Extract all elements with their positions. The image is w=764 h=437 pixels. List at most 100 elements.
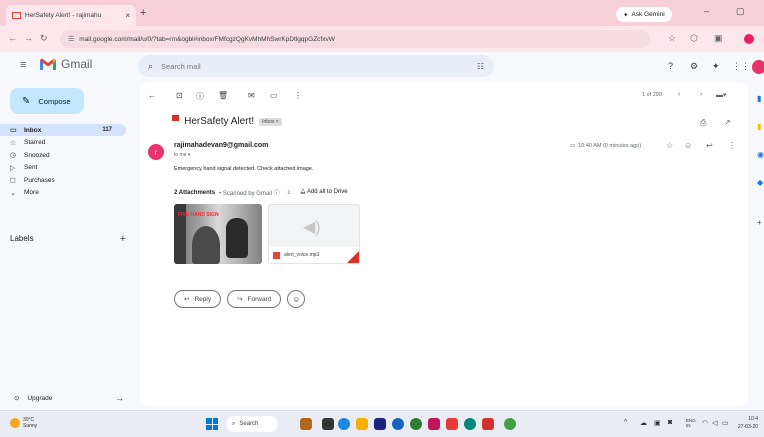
ask-gemini-button[interactable]: ✦ Ask Gemini	[616, 7, 672, 22]
print-icon[interactable]: ⎙	[700, 118, 706, 128]
weather-widget[interactable]: 30°C Sunny	[10, 417, 37, 429]
tray-app-icon[interactable]: ◙	[668, 419, 672, 426]
sidebar-item-snoozed[interactable]: ◷ Snoozed	[0, 149, 136, 161]
calendar-icon[interactable]: ▮	[757, 94, 761, 103]
upgrade-button[interactable]: ⊙ Upgrade →	[14, 393, 124, 403]
download-all-icon[interactable]: ⤓	[288, 189, 291, 196]
tray-chevron-icon[interactable]: ^	[624, 419, 627, 426]
browser-profile-avatar[interactable]	[744, 34, 754, 44]
keep-icon[interactable]: ▮	[757, 122, 761, 131]
forward-button[interactable]: ↪ Forward	[227, 290, 282, 308]
reload-icon[interactable]: ↻	[40, 33, 48, 44]
search-icon: ⌕	[232, 420, 236, 427]
inbox-label-chip[interactable]: Inbox ×	[259, 117, 282, 126]
input-tools-icon[interactable]: ▬▾	[716, 91, 727, 99]
browser-tab-bar: HerSafety Alert! - rajimahu × + ✦ Ask Ge…	[0, 0, 764, 26]
taskbar-app-icon[interactable]	[482, 418, 494, 430]
help-icon[interactable]: ?	[668, 61, 673, 71]
move-to-icon[interactable]: ▭	[270, 91, 278, 100]
hand-image	[226, 218, 248, 258]
add-addon-icon[interactable]: +	[757, 218, 762, 227]
windows-start-icon[interactable]	[206, 418, 218, 430]
sidebar-item-purchases[interactable]: ◻ Purchases	[0, 174, 136, 186]
settings-gear-icon[interactable]: ⚙	[690, 61, 698, 72]
browser-tab[interactable]: HerSafety Alert! - rajimahu ×	[6, 5, 136, 26]
sidebar-item-sent[interactable]: ▷ Sent	[0, 162, 136, 174]
windows-taskbar: 30°C Sunny ⌕ Search ^ ☁ ▣ ◙ ENG IN ◠ ◁ ▭…	[0, 410, 764, 437]
chrome-icon[interactable]	[504, 418, 516, 430]
image-attachment[interactable]: FIVE HAND SIGN	[174, 204, 262, 264]
volume-icon[interactable]: ◁	[712, 419, 717, 427]
audio-attachment[interactable]: ◀) alert_voice.mp3	[268, 204, 360, 264]
taskbar-app-icon[interactable]	[410, 418, 422, 430]
more-options-icon[interactable]: ⋮	[294, 91, 302, 100]
taskbar-search-label: Search	[239, 421, 259, 427]
gemini-icon[interactable]: ✦	[712, 61, 720, 72]
emoji-react-icon[interactable]: ☺	[684, 141, 692, 150]
archive-icon[interactable]: ⊡	[176, 91, 183, 100]
sent-icon: ▷	[10, 164, 16, 172]
file-explorer-icon[interactable]	[356, 418, 368, 430]
main-menu-icon[interactable]: ≡	[20, 59, 26, 71]
reply-button[interactable]: ↩ Reply	[174, 290, 222, 308]
sidebar-item-more[interactable]: ⌄ More	[0, 187, 136, 199]
sender-email[interactable]: rajimahadevan9@gmail.com	[174, 142, 268, 149]
search-options-icon[interactable]: ☷	[477, 62, 484, 71]
tray-app-icon[interactable]: ▣	[654, 419, 661, 427]
sidebar-item-starred[interactable]: ☆ Starred	[0, 137, 136, 149]
bookmark-star-icon[interactable]: ☆	[668, 33, 676, 44]
gmail-logo[interactable]: Gmail	[40, 57, 92, 71]
taskbar-app-icon[interactable]	[428, 418, 440, 430]
minimize-icon[interactable]: –	[704, 6, 709, 16]
alarm-icon: ▀	[172, 116, 180, 127]
youtube-icon[interactable]	[446, 418, 458, 430]
taskbar-app-icon[interactable]	[464, 418, 476, 430]
extensions-icon[interactable]: ⬡	[690, 33, 698, 44]
taskbar-app-icon[interactable]	[338, 418, 350, 430]
forward-arrow-icon: ↪	[237, 296, 243, 303]
search-bar[interactable]: ⌕ ☷	[138, 55, 494, 77]
add-label-icon[interactable]: +	[120, 233, 126, 245]
chevron-left-icon[interactable]: ‹	[678, 91, 680, 98]
wifi-icon[interactable]: ◠	[702, 419, 708, 427]
recipient-details[interactable]: to me ▾	[174, 152, 190, 158]
compose-button[interactable]: ✎ Compose	[10, 88, 84, 114]
emoji-reaction-button[interactable]: ☺	[287, 290, 306, 308]
chevron-right-icon[interactable]: ›	[700, 91, 702, 98]
tab-search-icon[interactable]: ▣	[714, 33, 723, 44]
apps-grid-icon[interactable]: ⋮⋮	[732, 61, 750, 72]
contacts-icon[interactable]: ◆	[757, 178, 763, 187]
account-avatar[interactable]	[752, 60, 764, 74]
restore-icon[interactable]: ▢	[736, 6, 745, 17]
sidebar-item-inbox[interactable]: ▭ Inbox 117	[0, 124, 126, 136]
taskbar-search[interactable]: ⌕ Search	[226, 416, 278, 432]
reply-icon[interactable]: ↩	[706, 141, 713, 150]
url-bar[interactable]: ☰ mail.google.com/mail/u/0/?tab=rm&ogbl#…	[60, 30, 650, 48]
back-icon[interactable]: ←	[8, 33, 17, 43]
attachment-indicator-icon: ▭	[570, 143, 576, 149]
tasks-icon[interactable]: ◉	[757, 150, 764, 159]
forward-icon[interactable]: →	[24, 33, 33, 43]
delete-icon[interactable]: 🗑	[218, 91, 228, 100]
system-clock[interactable]: 10:4 27-03-20	[738, 415, 758, 431]
language-indicator[interactable]: ENG IN	[686, 418, 696, 428]
open-new-window-icon[interactable]: ↗	[724, 118, 731, 127]
star-email-icon[interactable]: ☆	[666, 141, 673, 150]
taskbar-app-icon[interactable]	[322, 418, 334, 430]
more-vert-icon[interactable]: ⋮	[728, 141, 736, 150]
search-input[interactable]	[161, 61, 469, 71]
tray-cloud-icon[interactable]: ☁	[640, 419, 647, 427]
add-to-drive-button[interactable]: ⧋ Add all to Drive	[300, 189, 347, 196]
report-spam-icon[interactable]: ⓘ	[196, 91, 204, 102]
mark-unread-icon[interactable]: ✉	[248, 91, 255, 100]
site-info-icon[interactable]: ☰	[68, 35, 74, 43]
new-tab-button[interactable]: +	[140, 7, 146, 19]
more-icon: ⌄	[10, 189, 16, 197]
back-to-inbox-icon[interactable]: ←	[148, 91, 156, 100]
taskbar-app-icon[interactable]	[300, 418, 312, 430]
search-icon[interactable]: ⌕	[148, 61, 153, 72]
tab-close-icon[interactable]: ×	[125, 11, 130, 20]
hp-icon[interactable]	[392, 418, 404, 430]
taskbar-app-icon[interactable]	[374, 418, 386, 430]
battery-icon[interactable]: ▭	[722, 419, 729, 427]
